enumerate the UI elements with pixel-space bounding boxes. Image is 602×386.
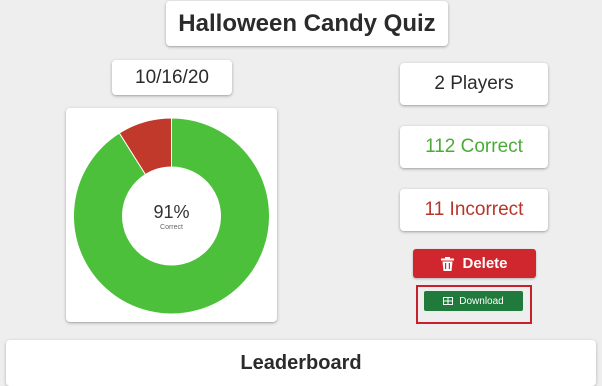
delete-button-label: Delete <box>462 255 508 272</box>
quiz-title-text: Halloween Candy Quiz <box>178 9 436 37</box>
table-icon <box>443 297 454 305</box>
players-stat: 2 Players <box>400 63 548 105</box>
chart-center-percent: 91% <box>153 202 190 222</box>
delete-button[interactable]: Delete <box>413 249 536 278</box>
correct-stat-text: 112 Correct <box>425 136 523 157</box>
results-chart-card: 91% Correct <box>66 108 277 322</box>
chart-center-sublabel: Correct <box>160 224 183 231</box>
trash-icon <box>441 256 455 271</box>
leaderboard-header: Leaderboard <box>6 340 596 386</box>
quiz-date-text: 10/16/20 <box>135 66 209 88</box>
download-button[interactable]: Download <box>424 291 523 311</box>
quiz-date: 10/16/20 <box>112 60 232 95</box>
correct-stat: 112 Correct <box>400 126 548 168</box>
players-stat-text: 2 Players <box>434 73 514 94</box>
leaderboard-title: Leaderboard <box>240 351 362 374</box>
incorrect-stat: 11 Incorrect <box>400 189 548 231</box>
incorrect-stat-text: 11 Incorrect <box>424 199 524 220</box>
download-button-label: Download <box>459 295 504 307</box>
quiz-title: Halloween Candy Quiz <box>166 1 448 46</box>
